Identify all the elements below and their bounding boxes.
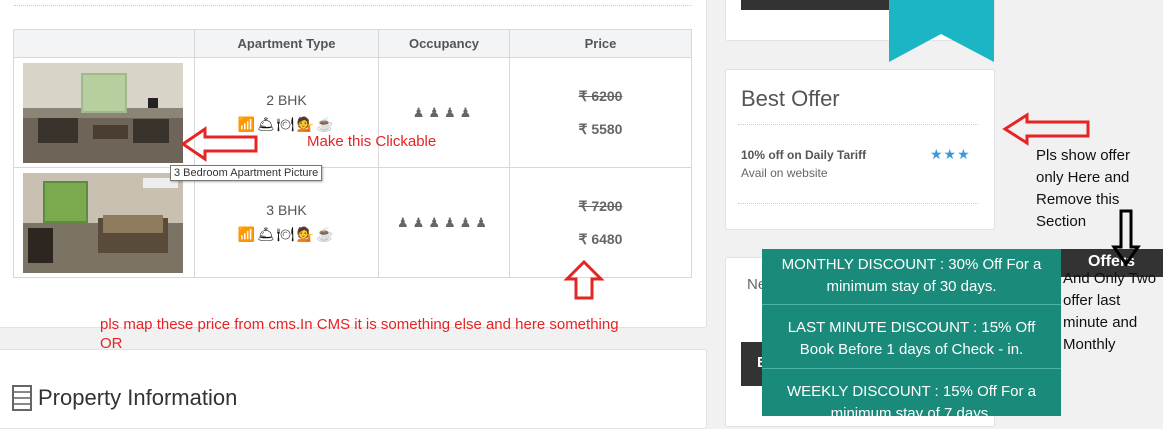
top-divider: [14, 5, 692, 6]
coffee-icon: ☕: [316, 116, 336, 132]
best-offer-title: Best Offer: [741, 86, 840, 111]
photo-cell: [13, 57, 195, 168]
occupancy-icons: ♟♟♟♟: [412, 104, 476, 120]
food-icon: 🍽: [276, 116, 297, 132]
apartment-photo-3bhk[interactable]: [23, 172, 183, 273]
header-photo: [13, 29, 195, 58]
offer-title: 10% off on Daily Tariff: [741, 148, 867, 162]
discount-text: WEEKLY DISCOUNT : 15% Off For a minimum …: [787, 383, 1036, 416]
discount-item-weekly[interactable]: WEEKLY DISCOUNT : 15% Off For a minimum …: [762, 369, 1061, 416]
best-offer-divider-bottom: [738, 203, 978, 204]
reception-icon: 💁: [296, 116, 316, 132]
annotation-price-map: pls map these price from cms.In CMS it i…: [100, 316, 619, 352]
annotation-only-two: And Only Two offer last minute and Month…: [1063, 270, 1157, 353]
table-row: 2 BHK 📶🛎🍽💁☕ ♟♟♟♟ ₹ 6200 ₹ 5580: [13, 57, 692, 168]
food-icon: 🍽: [276, 226, 297, 242]
table-header-row: Apartment Type Occupancy Price: [13, 29, 692, 58]
apartment-photo-2bhk[interactable]: [23, 62, 183, 163]
offer-stars: ★★★: [930, 146, 971, 162]
annotation-arrow-up-icon: [563, 259, 605, 300]
discount-item-last-minute[interactable]: LAST MINUTE DISCOUNT : 15% Off Book Befo…: [762, 305, 1061, 369]
best-offer-divider: [738, 124, 978, 125]
building-icon: [12, 385, 32, 411]
photo-tooltip: 3 Bedroom Apartment Picture: [170, 165, 323, 181]
header-price: Price: [509, 29, 692, 58]
discount-text: LAST MINUTE DISCOUNT : 15% Off Book Befo…: [787, 319, 1036, 358]
book-button[interactable]: [741, 0, 901, 10]
annotation-clickable: Make this Clickable: [307, 133, 437, 150]
property-info-title: Property Information: [38, 385, 238, 410]
annotation-arrow-down-icon: [1111, 209, 1141, 267]
apartment-type: 2 BHK: [266, 92, 307, 108]
old-price: ₹ 7200: [578, 197, 623, 214]
apartment-type-cell: 3 BHK 📶🛎🍽💁☕: [194, 167, 379, 278]
new-price: ₹ 6480: [578, 230, 623, 247]
apartment-type: 3 BHK: [266, 202, 307, 218]
discount-item-monthly[interactable]: MONTHLY DISCOUNT : 30% Off For a minimum…: [762, 249, 1061, 305]
annotation-arrow-left-icon: [180, 126, 258, 162]
room-service-icon: 🛎: [257, 226, 277, 242]
amenity-icons: 📶🛎🍽💁☕: [195, 226, 378, 243]
booking-ribbon-icon: [889, 0, 994, 62]
occupancy-cell: ♟♟♟♟: [378, 57, 510, 168]
new-price: ₹ 5580: [578, 120, 623, 137]
wifi-icon: 📶: [237, 226, 257, 242]
header-occupancy: Occupancy: [378, 29, 510, 58]
occupancy-cell: ♟♟♟♟♟♟: [378, 167, 510, 278]
price-cell: ₹ 6200 ₹ 5580: [509, 57, 692, 168]
occupancy-icons: ♟♟♟♟♟♟: [397, 214, 491, 230]
header-apartment-type: Apartment Type: [194, 29, 379, 58]
apartment-table: Apartment Type Occupancy Price 2 BHK 📶🛎🍽…: [13, 29, 692, 278]
offer-subtitle: Avail on website: [741, 166, 828, 180]
coffee-icon: ☕: [316, 226, 336, 242]
photo-cell: [13, 167, 195, 278]
annotation-arrow-left-icon: [1002, 112, 1090, 146]
discount-text: MONTHLY DISCOUNT : 30% Off For a minimum…: [781, 256, 1042, 295]
reception-icon: 💁: [296, 226, 316, 242]
discount-list: MONTHLY DISCOUNT : 30% Off For a minimum…: [762, 249, 1061, 416]
old-price: ₹ 6200: [578, 87, 623, 104]
